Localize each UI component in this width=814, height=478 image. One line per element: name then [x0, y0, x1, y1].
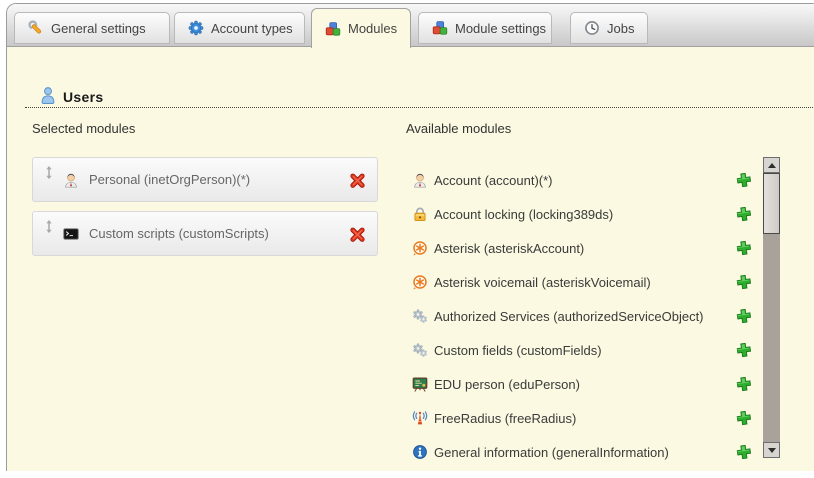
available-module-row: Asterisk voicemail (asteriskVoicemail): [412, 272, 758, 292]
selected-module-row[interactable]: Custom scripts (customScripts): [32, 211, 378, 256]
available-module-row: Account locking (locking389ds): [412, 204, 758, 224]
add-icon[interactable]: [736, 376, 752, 392]
add-icon[interactable]: [736, 172, 752, 188]
available-module-row: EDU person (eduPerson): [412, 374, 758, 394]
tab-label: Module settings: [455, 21, 546, 36]
scroll-down-button[interactable]: [763, 442, 780, 458]
antenna-icon: [412, 410, 428, 426]
tab-label: Account types: [211, 21, 293, 36]
asterisk-icon: [412, 274, 428, 290]
available-module-row: Authorized Services (authorizedServiceOb…: [412, 306, 758, 326]
tab-label: General settings: [51, 21, 146, 36]
delete-icon[interactable]: [349, 226, 366, 243]
selected-module-row[interactable]: Personal (inetOrgPerson)(*): [32, 157, 378, 202]
tab-module-settings[interactable]: Module settings: [418, 12, 552, 44]
available-module-label: Asterisk voicemail (asteriskVoicemail): [434, 275, 651, 290]
modules-icon: [432, 20, 448, 36]
available-module-row: FreeRadius (freeRadius): [412, 408, 758, 428]
add-icon[interactable]: [736, 274, 752, 290]
terminal-icon: [63, 226, 79, 242]
selected-module-label: Personal (inetOrgPerson)(*): [89, 158, 250, 201]
add-icon[interactable]: [736, 410, 752, 426]
config-window: General settings Account types Modules M…: [6, 3, 814, 471]
add-icon[interactable]: [736, 206, 752, 222]
blackboard-icon: [412, 376, 428, 392]
gears-icon: [412, 342, 428, 358]
drag-handle-icon[interactable]: [44, 165, 54, 180]
available-module-row: Asterisk (asteriskAccount): [412, 238, 758, 258]
tab-jobs[interactable]: Jobs: [570, 12, 648, 44]
available-modules-scrollbar[interactable]: [763, 157, 780, 458]
tab-modules[interactable]: Modules: [311, 8, 411, 48]
triangle-down-icon: [768, 448, 776, 453]
section-title: Users: [63, 89, 103, 105]
scrollbar-thumb[interactable]: [763, 173, 780, 234]
available-modules-heading: Available modules: [406, 121, 511, 136]
available-module-label: Asterisk (asteriskAccount): [434, 241, 584, 256]
add-icon[interactable]: [736, 308, 752, 324]
available-module-row: Custom fields (customFields): [412, 340, 758, 360]
available-module-label: Custom fields (customFields): [434, 343, 602, 358]
available-module-row: Account (account)(*): [412, 170, 758, 190]
clock-icon: [584, 20, 600, 36]
person-icon: [412, 172, 428, 188]
gear-icon: [188, 20, 204, 36]
tab-label: Modules: [348, 21, 397, 36]
wrench-icon: [28, 20, 44, 36]
modules-icon: [325, 21, 341, 37]
add-icon[interactable]: [736, 444, 752, 460]
person-icon: [63, 172, 79, 188]
available-module-label: EDU person (eduPerson): [434, 377, 580, 392]
gears-icon: [412, 308, 428, 324]
tab-general-settings[interactable]: General settings: [14, 12, 170, 44]
tab-account-types[interactable]: Account types: [174, 12, 305, 44]
available-module-label: FreeRadius (freeRadius): [434, 411, 576, 426]
available-module-label: Authorized Services (authorizedServiceOb…: [434, 309, 704, 324]
add-icon[interactable]: [736, 240, 752, 256]
available-module-row: General information (generalInformation): [412, 442, 758, 462]
section-divider: [25, 107, 814, 108]
tab-bar: General settings Account types Modules M…: [7, 4, 814, 47]
selected-module-label: Custom scripts (customScripts): [89, 212, 269, 255]
tab-label: Jobs: [607, 21, 634, 36]
available-module-label: Account (account)(*): [434, 173, 553, 188]
asterisk-icon: [412, 240, 428, 256]
selected-modules-heading: Selected modules: [32, 121, 135, 136]
available-module-label: Account locking (locking389ds): [434, 207, 613, 222]
info-icon: [412, 444, 428, 460]
triangle-up-icon: [768, 163, 776, 168]
available-module-label: General information (generalInformation): [434, 445, 669, 460]
drag-handle-icon[interactable]: [44, 219, 54, 234]
delete-icon[interactable]: [349, 172, 366, 189]
add-icon[interactable]: [736, 342, 752, 358]
lock-icon: [412, 206, 428, 222]
scroll-up-button[interactable]: [763, 157, 780, 173]
user-icon: [39, 86, 57, 104]
